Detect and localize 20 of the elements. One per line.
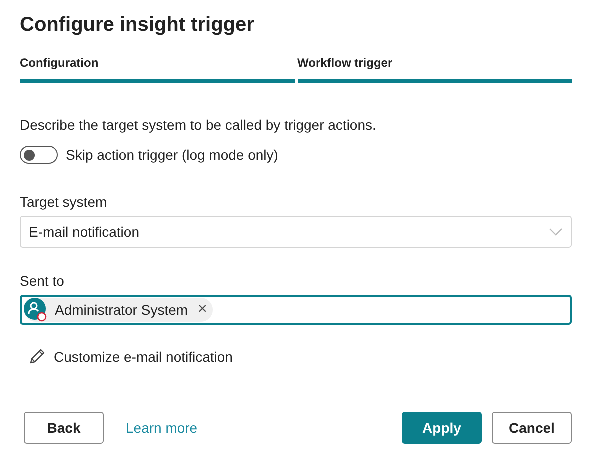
- dialog-title: Configure insight trigger: [20, 13, 256, 38]
- recipients-field[interactable]: Administrator System ×: [20, 295, 572, 325]
- description-text: Describe the target system to be called by trigger actions.: [20, 117, 378, 133]
- cancel-button[interactable]: Cancel: [492, 412, 572, 444]
- wizard-step[interactable]: Configuration: [20, 56, 294, 83]
- field-label: Sent to: [20, 273, 66, 289]
- back-button[interactable]: Back: [24, 412, 104, 444]
- toggle-label: Skip action trigger (log mode only): [66, 147, 278, 163]
- field-label: Target system: [20, 194, 108, 210]
- target-system-dropdown[interactable]: E-mail notification: [20, 216, 572, 248]
- chevron-down-icon: [549, 228, 563, 236]
- remove-button[interactable]: ×: [198, 301, 208, 319]
- toggle-switch[interactable]: [20, 146, 58, 164]
- pencil-icon: [28, 348, 46, 366]
- recipient-chip[interactable]: Administrator System ×: [24, 298, 214, 322]
- user-avatar-icon: [24, 298, 48, 322]
- wizard-step[interactable]: Workflow trigger: [298, 56, 572, 83]
- customize-link[interactable]: Customize e-mail notification: [54, 349, 233, 365]
- apply-button[interactable]: Apply: [402, 412, 482, 444]
- learn-more-link[interactable]: Learn more: [126, 420, 198, 436]
